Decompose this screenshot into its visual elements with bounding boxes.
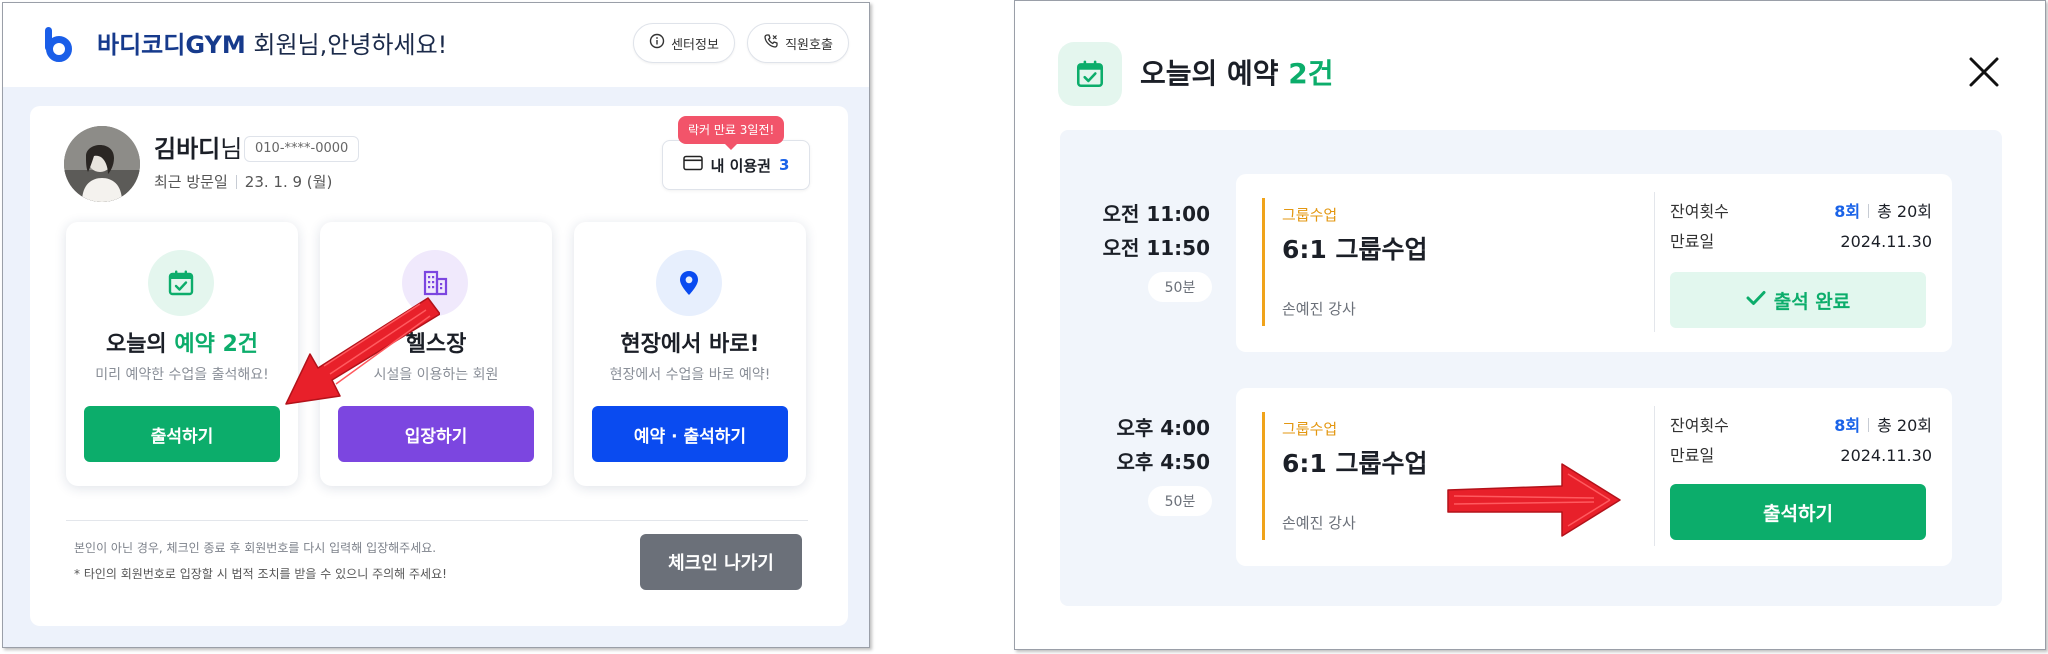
remaining-value: 8회 [1834, 416, 1861, 435]
greeting-text: 회원님,안녕하세요! [245, 31, 448, 59]
greeting-title: 바디코디GYM 회원님,안녕하세요! [97, 25, 447, 65]
class-name: 6:1 그룹수업 [1282, 235, 1428, 264]
remaining-count: 8회 총 20회 [1780, 414, 1932, 438]
center-info-button[interactable]: 센터정보 [633, 23, 735, 63]
attend-button[interactable]: 출석하기 [84, 406, 280, 462]
gym-card-title: 헬스장 [405, 332, 467, 357]
notice-text: 본인이 아닌 경우, 체크인 종료 후 회원번호를 다시 입력해 입장해주세요. [74, 541, 437, 555]
staff-call-button[interactable]: 직원호출 [747, 23, 849, 63]
check-icon [1746, 289, 1766, 311]
class-category: 그룹수업 [1282, 206, 1338, 224]
map-pin-icon [656, 250, 722, 316]
phone-number-chip: 010-****-0000 [244, 136, 360, 162]
coach-name: 손예진 강사 [1282, 514, 1356, 532]
info-icon [649, 33, 665, 53]
coach-name: 손예진 강사 [1282, 300, 1356, 318]
class-category: 그룹수업 [1282, 420, 1338, 438]
divider [1868, 418, 1870, 432]
last-visit-value: 23. 1. 9 (월) [244, 173, 333, 191]
class-name: 6:1 그룹수업 [1282, 449, 1428, 478]
reservation-start-time: 오전 11:00 [1102, 202, 1210, 226]
reservation-end-time: 오후 4:50 [1116, 450, 1210, 474]
member-name: 김바디님 [154, 134, 242, 164]
last-visit-info: 최근 방문일 23. 1. 9 (월) [154, 170, 332, 194]
remaining-label: 잔여횟수 [1670, 416, 1729, 435]
reservation-end-time: 오전 11:50 [1102, 236, 1210, 260]
onsite-card-title: 현장에서 바로! [620, 332, 760, 357]
category-bar [1262, 198, 1265, 326]
reservation-title-count: 예약 2건 [174, 332, 259, 357]
gym-card-desc: 시설을 이용하는 회원 [373, 367, 499, 383]
member-name-suffix: 님 [220, 135, 243, 163]
reserve-attend-button[interactable]: 예약 · 출석하기 [592, 406, 788, 462]
card-icon [682, 155, 703, 175]
brand-name: 바디코디GYM [97, 31, 246, 59]
modal-title-text: 오늘의 예약 [1140, 57, 1289, 90]
locker-expiry-badge: 락커 만료 3일전! [678, 116, 785, 150]
expiry-label: 만료일 [1670, 232, 1715, 251]
attended-label: 출석 완료 [1773, 290, 1851, 313]
member-name-value: 김바디 [154, 135, 221, 163]
expiry-date: 2024.11.30 [1840, 232, 1932, 251]
gym-card: 헬스장 시설을 이용하는 회원 입장하기 [320, 222, 552, 486]
staff-call-label: 직원호출 [785, 37, 833, 53]
divider [235, 175, 237, 189]
calendar-check-icon [148, 250, 214, 316]
checkout-button[interactable]: 체크인 나가기 [640, 534, 802, 590]
onsite-card: 현장에서 바로! 현장에서 수업을 바로 예약! 예약 · 출석하기 [574, 222, 806, 486]
remaining-label: 잔여횟수 [1670, 202, 1729, 221]
my-pass-count: 3 [779, 156, 790, 174]
expiry-label: 만료일 [1670, 446, 1715, 465]
onsite-card-desc: 현장에서 수업을 바로 예약! [609, 367, 771, 383]
total-count: 총 20회 [1877, 202, 1932, 221]
duration-chip: 50분 [1148, 272, 1212, 302]
close-button[interactable] [1962, 52, 2006, 96]
center-info-label: 센터정보 [671, 37, 719, 53]
total-count: 총 20회 [1877, 416, 1932, 435]
reservation-card: 오늘의 예약 2건 미리 예약한 수업을 출석해요! 출석하기 [66, 222, 298, 486]
my-pass-label: 내 이용권 [710, 156, 771, 175]
brand-logo-icon [39, 25, 77, 63]
close-icon [1968, 56, 2000, 92]
warning-text: * 타인의 회원번호로 입장할 시 법적 조치를 받을 수 있으니 주의해 주세… [74, 567, 447, 581]
calendar-check-icon [1058, 42, 1122, 106]
divider [1868, 204, 1870, 218]
divider [66, 520, 808, 521]
reservation-start-time: 오후 4:00 [1116, 416, 1210, 440]
modal-title-count: 2건 [1288, 57, 1334, 90]
reservation-card-title: 오늘의 예약 2건 [66, 328, 298, 362]
remaining-value: 8회 [1834, 202, 1861, 221]
attend-button[interactable]: 출석하기 [1670, 484, 1926, 540]
divider [1654, 406, 1655, 546]
category-bar [1262, 412, 1265, 540]
attended-status-button: 출석 완료 [1670, 272, 1926, 328]
phone-icon [763, 33, 779, 53]
reservation-title-prefix: 오늘의 [105, 332, 175, 357]
remaining-count: 8회 총 20회 [1780, 200, 1932, 224]
avatar [64, 126, 140, 202]
header-bar: 바디코디GYM 회원님,안녕하세요! 센터정보 직원호출 [3, 3, 869, 87]
enter-button[interactable]: 입장하기 [338, 406, 534, 462]
expiry-date: 2024.11.30 [1840, 446, 1932, 465]
building-icon [402, 250, 468, 316]
divider [1654, 192, 1655, 332]
last-visit-label: 최근 방문일 [154, 173, 228, 191]
modal-title: 오늘의 예약 2건 [1140, 54, 1334, 94]
reservation-card-desc: 미리 예약한 수업을 출석해요! [95, 367, 269, 383]
duration-chip: 50분 [1148, 486, 1212, 516]
